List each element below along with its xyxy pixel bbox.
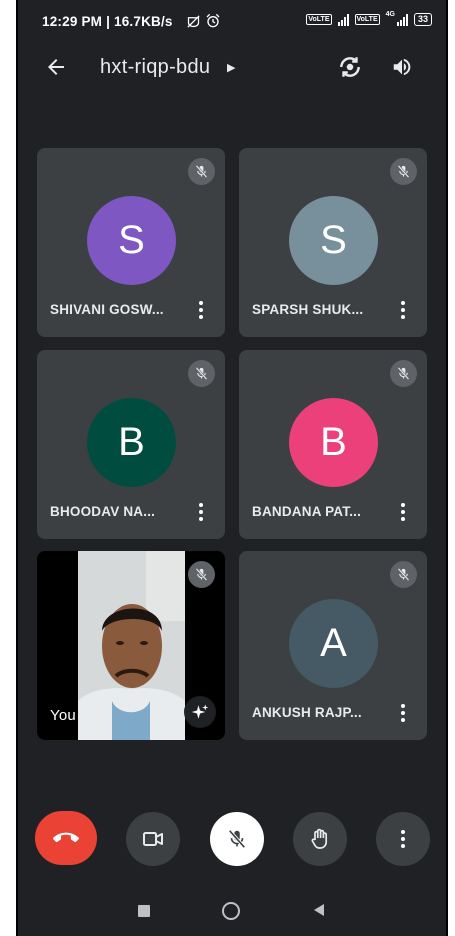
participant-tile[interactable]: S SHIVANI GOSW... — [37, 148, 225, 337]
participant-tile[interactable]: B BANDANA PAT... — [239, 350, 427, 539]
more-options-icon[interactable] — [401, 704, 405, 722]
avatar: B — [289, 398, 378, 487]
more-options-icon — [401, 830, 405, 848]
end-call-icon — [53, 832, 79, 843]
participant-name: ANKUSH RAJP... — [252, 705, 362, 720]
more-options-button[interactable] — [376, 812, 430, 866]
avatar: S — [289, 196, 378, 285]
mic-off-icon — [228, 829, 246, 849]
more-options-icon[interactable] — [199, 301, 203, 319]
participant-name: BANDANA PAT... — [252, 504, 362, 519]
meeting-details-caret-icon[interactable]: ▶ — [227, 61, 235, 74]
mic-toggle-button[interactable] — [210, 812, 264, 866]
mic-off-icon — [390, 158, 417, 185]
left-frame-border — [16, 0, 18, 936]
system-nav-bar — [18, 880, 446, 936]
self-view-tile[interactable]: You — [37, 551, 225, 740]
recents-square-icon[interactable] — [138, 905, 150, 917]
right-frame-border — [446, 0, 448, 936]
raise-hand-button[interactable] — [293, 812, 347, 866]
camera-icon — [143, 832, 163, 846]
home-circle-icon[interactable] — [222, 902, 240, 920]
mic-off-icon — [390, 561, 417, 588]
status-bar: 12:29 PM | 16.7KB/s VoLTE VoLTE 4G 33 — [18, 0, 446, 48]
signal-icon-2 — [396, 13, 408, 26]
participant-name: BHOODAV NA... — [50, 504, 156, 519]
self-label: You — [50, 707, 76, 724]
speaker-icon[interactable] — [391, 56, 413, 78]
meeting-code[interactable]: hxt-riqp-bdu — [100, 56, 210, 79]
raise-hand-icon — [311, 828, 328, 849]
alarm-icon — [206, 13, 220, 28]
sparkle-icon[interactable] — [184, 696, 216, 728]
more-options-icon[interactable] — [199, 503, 203, 521]
participant-name: SPARSH SHUK... — [252, 302, 364, 317]
top-app-bar: hxt-riqp-bdu ▶ — [18, 44, 446, 94]
camera-toggle-button[interactable] — [126, 812, 180, 866]
switch-camera-icon[interactable] — [337, 54, 363, 80]
mic-off-icon — [188, 158, 215, 185]
participant-tile[interactable]: B BHOODAV NA... — [37, 350, 225, 539]
more-options-icon[interactable] — [401, 503, 405, 521]
self-camera-image — [78, 551, 185, 740]
self-camera-feed — [78, 551, 185, 740]
back-arrow-icon[interactable] — [44, 55, 68, 79]
participant-tile[interactable]: A ANKUSH RAJP... — [239, 551, 427, 740]
dnd-off-icon — [187, 15, 200, 28]
avatar: S — [87, 196, 176, 285]
battery-indicator: 33 — [413, 13, 432, 26]
avatar: B — [87, 398, 176, 487]
mic-off-icon — [188, 561, 215, 588]
back-triangle-icon[interactable] — [312, 903, 326, 917]
status-time: 12:29 PM | 16.7KB/s — [42, 14, 173, 29]
network-type: 4G — [385, 11, 395, 18]
end-call-button[interactable] — [35, 811, 97, 865]
status-indicators: VoLTE VoLTE 4G 33 — [306, 11, 432, 26]
participant-name: SHIVANI GOSW... — [50, 302, 164, 317]
participant-tile[interactable]: S SPARSH SHUK... — [239, 148, 427, 337]
more-options-icon[interactable] — [401, 301, 405, 319]
mic-off-icon — [390, 360, 417, 387]
mic-off-icon — [188, 360, 215, 387]
meet-screen: 12:29 PM | 16.7KB/s VoLTE VoLTE 4G 33 hx… — [18, 0, 446, 936]
volte-badge-2: VoLTE — [354, 14, 380, 25]
volte-badge-1: VoLTE — [306, 14, 332, 25]
signal-icon-1 — [337, 13, 349, 26]
avatar: A — [289, 599, 378, 688]
